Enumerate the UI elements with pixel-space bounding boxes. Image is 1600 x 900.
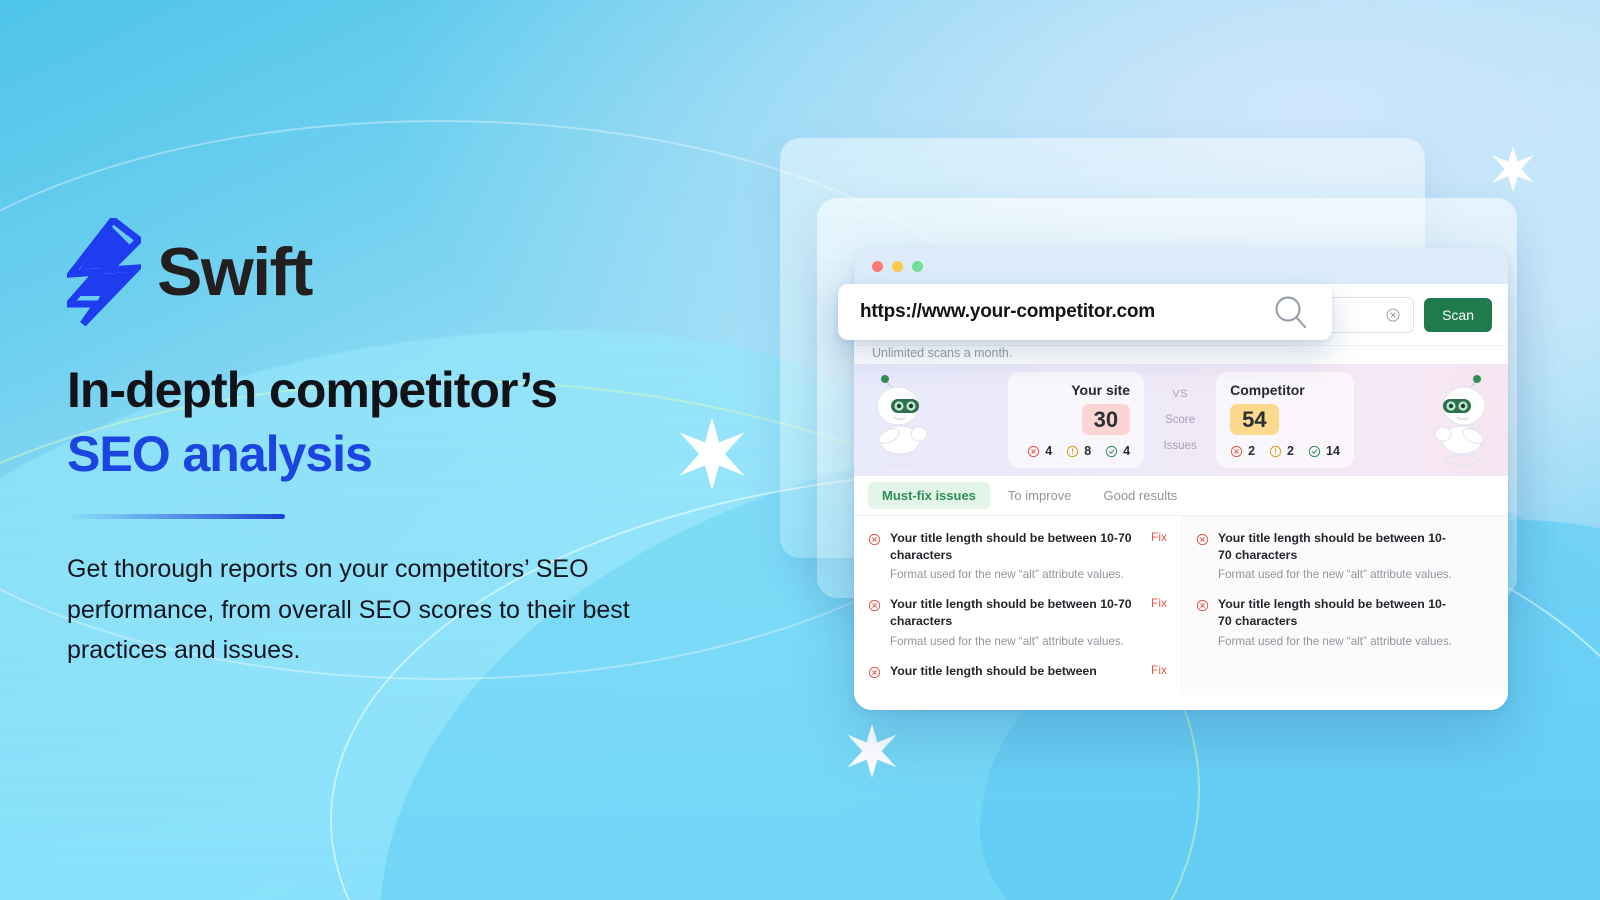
tab-good-results[interactable]: Good results: [1090, 482, 1192, 509]
comparison-strip: Your site 30 4 8 4 VS Score Issues Compe…: [854, 364, 1508, 476]
scan-button[interactable]: Scan: [1424, 297, 1492, 332]
maximize-dot[interactable]: [912, 260, 923, 272]
check-circle-icon: [1308, 445, 1321, 457]
list-item[interactable]: Your title length should be between 10-7…: [868, 530, 1167, 583]
issue-description: Format used for the new “alt” attribute …: [1218, 568, 1452, 582]
fix-link[interactable]: Fix: [1151, 596, 1167, 649]
issues-label: Issues: [1163, 440, 1197, 452]
score-cards: Your site 30 4 8 4 VS Score Issues Compe…: [936, 371, 1426, 469]
issue-body: Your title length should be between: [890, 663, 1142, 680]
floating-search-bar[interactable]: https://www.your-competitor.com: [838, 284, 1332, 340]
error-circle-icon: [1196, 600, 1209, 612]
competitor-metrics: 2 2 14: [1230, 444, 1340, 458]
list-item[interactable]: Your title length should be between 10-7…: [868, 596, 1167, 649]
competitor-passed-count: 14: [1326, 444, 1340, 459]
list-item[interactable]: Your title length should be between 10-7…: [1196, 596, 1494, 649]
clear-circle-icon[interactable]: [1385, 307, 1401, 323]
issue-body: Your title length should be between 10-7…: [890, 530, 1142, 583]
error-circle-icon: [1028, 445, 1040, 457]
issue-action-spacer: [1468, 530, 1494, 583]
robot-mascot-icon: [1434, 375, 1486, 466]
score-label: Score: [1165, 414, 1196, 426]
app-window-stack: Scan Unlimited scans a month. Your site …: [770, 138, 1530, 718]
issue-body: Your title length should be between 10-7…: [890, 596, 1142, 649]
error-circle-icon: [1230, 445, 1243, 457]
issue-title: Your title length should be between: [890, 663, 1097, 678]
competitor-score: 54: [1230, 403, 1279, 436]
lightning-bolt-icon: [67, 218, 141, 326]
issue-description: Format used for the new “alt” attribute …: [890, 568, 1124, 582]
issue-action-spacer: [1468, 596, 1494, 649]
your-site-passed-count: 4: [1123, 444, 1131, 459]
your-site-errors-count: 4: [1045, 444, 1053, 459]
page-title: In-depth competitor’s SEO analysis: [67, 358, 767, 486]
your-site-card: Your site 30 4 8 4: [1008, 371, 1145, 469]
error-circle-icon: [868, 600, 881, 612]
vs-label: VS: [1172, 388, 1188, 400]
issue-title: Your title length should be between 10-7…: [1218, 531, 1446, 562]
window-titlebar: [854, 248, 1508, 284]
fix-link[interactable]: Fix: [1151, 530, 1167, 583]
floating-search-value: https://www.your-competitor.com: [860, 301, 1155, 322]
issue-lists: Your title length should be between 10-7…: [854, 516, 1508, 710]
your-site-issue-list: Your title length should be between 10-7…: [854, 516, 1181, 710]
hero-subcopy: Get thorough reports on your competitors…: [67, 555, 630, 664]
minimize-dot[interactable]: [892, 260, 903, 272]
your-site-title: Your site: [1071, 381, 1131, 398]
issue-title: Your title length should be between 10-7…: [890, 531, 1132, 562]
competitor-warnings-count: 2: [1287, 444, 1294, 459]
competitor-card: Competitor 54 2 2 14: [1216, 371, 1354, 469]
error-circle-icon: [868, 666, 881, 678]
your-site-passed: 4: [1105, 444, 1130, 458]
list-item[interactable]: Your title length should be between Fix: [868, 663, 1167, 680]
error-circle-icon: [868, 533, 881, 546]
issue-body: Your title length should be between 10-7…: [1218, 530, 1459, 583]
fix-link[interactable]: Fix: [1151, 663, 1167, 680]
comparison-labels: VS Score Issues: [1144, 372, 1216, 469]
tab-to-improve[interactable]: To improve: [994, 482, 1086, 509]
competitor-errors: 2: [1230, 444, 1255, 458]
competitor-errors-count: 2: [1248, 444, 1256, 459]
brand-logo[interactable]: Swift: [67, 212, 767, 332]
competitor-passed: 14: [1308, 444, 1340, 458]
title-divider: [67, 514, 285, 519]
competitor-title: Competitor: [1230, 381, 1305, 398]
issue-body: Your title length should be between 10-7…: [1218, 596, 1459, 649]
close-dot[interactable]: [872, 260, 883, 272]
robot-mascot-icon: [876, 375, 928, 466]
issue-title: Your title length should be between 10-7…: [890, 597, 1132, 629]
check-circle-icon: [1106, 445, 1118, 457]
hero-content: Swift In-depth competitor’s SEO analysis…: [67, 212, 767, 671]
tab-must-fix-issues[interactable]: Must-fix issues: [868, 482, 990, 509]
competitor-issue-list: Your title length should be between 10-7…: [1181, 516, 1508, 710]
issue-title: Your title length should be between 10-7…: [1218, 597, 1446, 629]
competitor-warnings: 2: [1269, 444, 1294, 458]
your-site-warnings-count: 8: [1084, 444, 1092, 459]
your-site-metrics: 4 8 4: [1027, 444, 1130, 458]
warning-circle-icon: [1269, 445, 1282, 457]
issue-description: Format used for the new “alt” attribute …: [890, 634, 1124, 648]
headline-line-2: SEO analysis: [67, 426, 373, 482]
issue-description: Format used for the new “alt” attribute …: [1218, 634, 1452, 648]
your-site-errors: 4: [1027, 444, 1052, 458]
your-site-score: 30: [1081, 403, 1131, 436]
warning-circle-icon: [1067, 445, 1079, 457]
search-icon[interactable]: [1270, 292, 1310, 332]
issue-tabs: Must-fix issues To improve Good results: [854, 476, 1508, 516]
your-site-warnings: 8: [1066, 444, 1091, 458]
brand-name: Swift: [157, 234, 313, 310]
list-item[interactable]: Your title length should be between 10-7…: [1196, 530, 1494, 583]
error-circle-icon: [1196, 533, 1209, 546]
scan-note: Unlimited scans a month.: [872, 346, 1013, 360]
headline-line-1: In-depth competitor’s: [67, 362, 558, 418]
